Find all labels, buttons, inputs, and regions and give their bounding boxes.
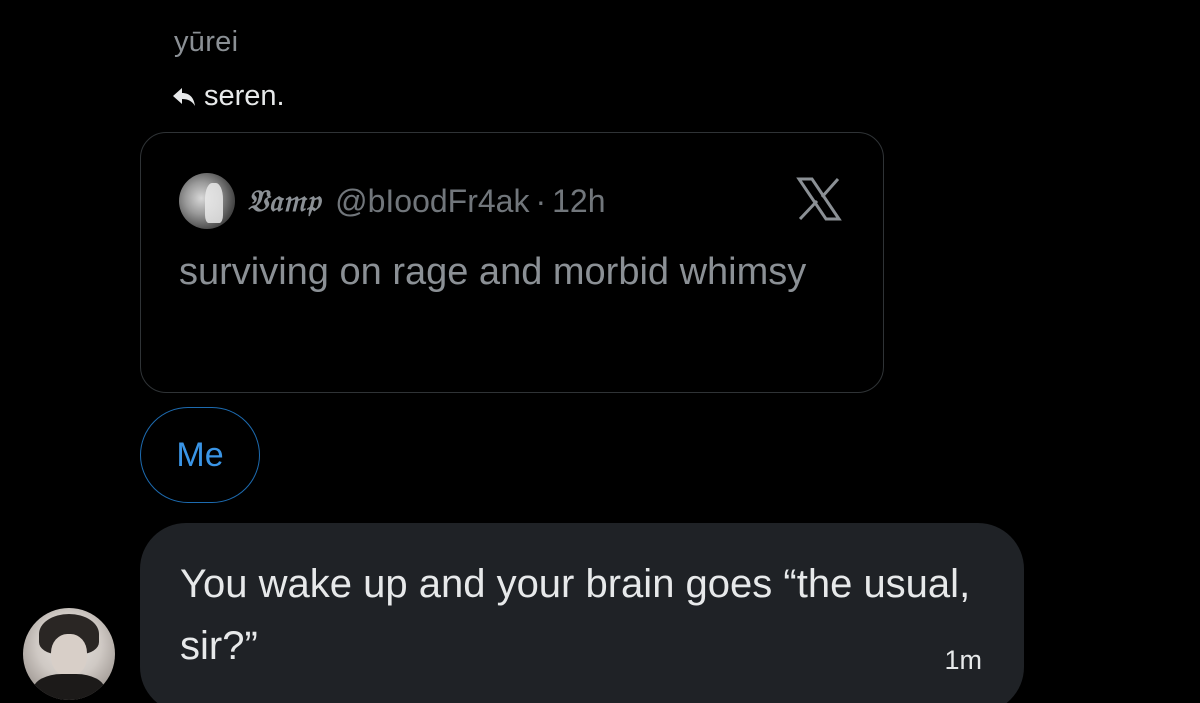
reply-indicator: seren. xyxy=(172,80,285,113)
quoted-author-avatar[interactable] xyxy=(179,173,235,229)
x-logo-icon xyxy=(796,177,842,221)
reply-to-name: seren. xyxy=(204,80,285,112)
reaction-pill-label: Me xyxy=(176,435,224,474)
reply-arrow-icon xyxy=(172,86,196,108)
quoted-post-time: 12h xyxy=(552,182,606,219)
separator-dot: · xyxy=(535,182,547,219)
quoted-author-handle: @bIoodFr4ak xyxy=(335,182,530,219)
dm-conversation: yūrei seren. 𝔙𝔞𝔪𝔭 @bIoodFr4ak · 12h surv… xyxy=(0,0,1200,703)
quoted-post-header: 𝔙𝔞𝔪𝔭 @bIoodFr4ak · 12h xyxy=(179,171,606,231)
avatar[interactable] xyxy=(23,608,115,700)
quoted-author-display-name: 𝔙𝔞𝔪𝔭 xyxy=(247,183,322,219)
message-text: You wake up and your brain goes “the usu… xyxy=(180,562,971,668)
sender-name: yūrei xyxy=(174,26,239,58)
reaction-pill-me[interactable]: Me xyxy=(140,407,260,503)
quoted-post-card[interactable]: 𝔙𝔞𝔪𝔭 @bIoodFr4ak · 12h surviving on rage… xyxy=(140,132,884,393)
message-bubble[interactable]: You wake up and your brain goes “the usu… xyxy=(140,523,1024,703)
message-timestamp: 1m xyxy=(944,645,982,675)
quoted-post-text: surviving on rage and morbid whimsy xyxy=(179,251,807,293)
